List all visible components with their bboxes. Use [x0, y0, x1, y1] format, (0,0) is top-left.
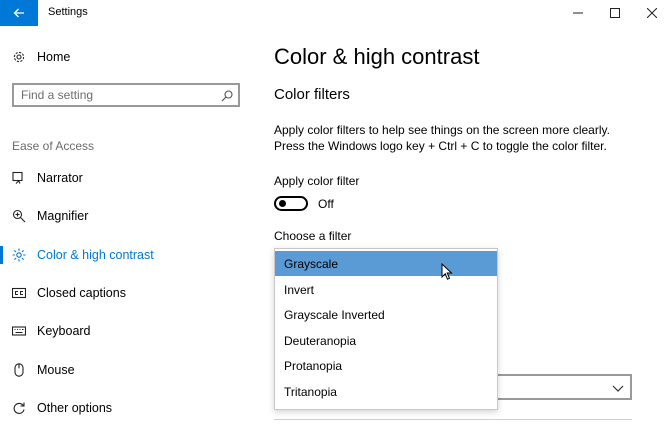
description-line: Press the Windows logo key + Ctrl + C to… — [274, 139, 607, 153]
sidebar-item-label: Narrator — [37, 171, 83, 185]
back-arrow-icon — [13, 8, 24, 18]
sidebar-item-other-options[interactable]: Other options — [0, 391, 250, 425]
sidebar-item-label: Home — [37, 50, 71, 64]
filter-option-protanopia[interactable]: Protanopia — [275, 353, 497, 378]
search-icon[interactable] — [221, 89, 233, 102]
minimize-icon — [573, 12, 583, 14]
mouse-icon — [12, 363, 26, 377]
chevron-down-icon — [612, 381, 624, 393]
option-label: Tritanopia — [284, 384, 337, 399]
sidebar-item-label: Mouse — [37, 363, 75, 377]
gear-icon — [12, 50, 26, 64]
page-title: Color & high contrast — [274, 44, 480, 69]
brightness-icon — [12, 248, 26, 262]
refresh-icon — [12, 401, 26, 415]
apply-color-filter-toggle[interactable] — [274, 196, 308, 211]
toggle-knob — [279, 200, 286, 207]
keyboard-icon — [12, 324, 26, 338]
sidebar-item-color-high-contrast[interactable]: Color & high contrast — [0, 238, 250, 272]
search-input[interactable] — [21, 87, 211, 103]
option-label: Protanopia — [284, 358, 343, 373]
back-button[interactable] — [0, 0, 38, 26]
mouse-cursor-icon — [441, 263, 453, 280]
sidebar-item-home[interactable]: Home — [0, 40, 250, 74]
sidebar-item-label: Closed captions — [37, 286, 126, 300]
sidebar-item-closed-captions[interactable]: Closed captions — [0, 276, 250, 310]
filter-dropdown-list[interactable]: Grayscale Invert Grayscale Inverted Deut… — [274, 248, 498, 410]
sidebar-item-label: Keyboard — [37, 324, 91, 338]
section-heading-color-filters: Color filters — [274, 86, 350, 103]
closed-captions-icon — [12, 286, 26, 300]
description: Apply color filters to help see things o… — [274, 122, 654, 154]
description-line: Apply color filters to help see things o… — [274, 123, 610, 137]
toggle-label: Apply color filter — [274, 174, 360, 188]
title-bar: Settings — [0, 0, 670, 28]
option-label: Grayscale — [284, 256, 339, 271]
magnifier-icon — [12, 209, 26, 223]
sidebar-item-label: Magnifier — [37, 209, 89, 223]
active-indicator — [0, 246, 3, 264]
filter-option-invert[interactable]: Invert — [275, 277, 497, 302]
close-icon — [647, 8, 657, 18]
sidebar-item-narrator[interactable]: Narrator — [0, 161, 250, 195]
option-label: Deuteranopia — [284, 333, 357, 348]
maximize-button[interactable] — [601, 3, 629, 23]
filter-label: Choose a filter — [274, 229, 352, 243]
option-label: Grayscale Inverted — [284, 307, 385, 322]
sidebar-item-label: Color & high contrast — [37, 248, 154, 262]
close-button[interactable] — [638, 3, 666, 23]
toggle-state: Off — [318, 197, 334, 211]
filter-option-grayscale-inverted[interactable]: Grayscale Inverted — [275, 302, 497, 327]
sidebar-item-mouse[interactable]: Mouse — [0, 353, 250, 387]
sidebar: Home Ease of Access Narrator Magnifie — [0, 28, 250, 424]
sidebar-item-keyboard[interactable]: Keyboard — [0, 314, 250, 348]
minimize-button[interactable] — [564, 3, 592, 23]
filter-option-tritanopia[interactable]: Tritanopia — [275, 379, 497, 404]
sidebar-item-label: Other options — [37, 401, 113, 415]
window-title: Settings — [48, 6, 88, 18]
sidebar-item-magnifier[interactable]: Magnifier — [0, 199, 250, 233]
divider — [274, 419, 632, 420]
filter-option-deuteranopia[interactable]: Deuteranopia — [275, 328, 497, 353]
option-label: Invert — [284, 282, 315, 297]
narrator-icon — [12, 171, 26, 185]
search-box[interactable] — [12, 83, 240, 107]
section-heading: Ease of Access — [12, 139, 95, 153]
filter-option-grayscale[interactable]: Grayscale — [275, 251, 497, 276]
maximize-icon — [610, 8, 620, 18]
